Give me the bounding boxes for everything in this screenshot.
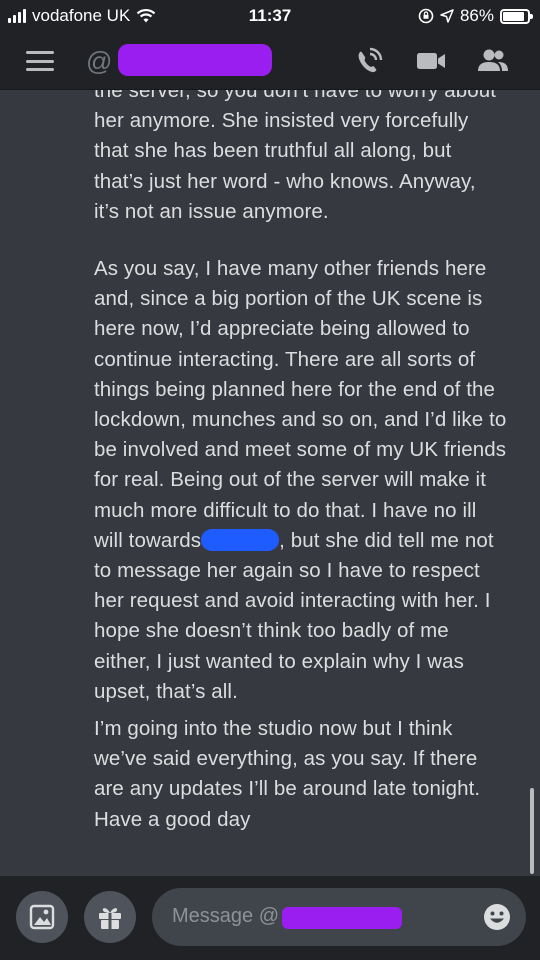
phone-call-icon[interactable] <box>352 46 386 76</box>
message-paragraph-1: the server, so you don’t have to worry a… <box>94 90 524 227</box>
message-line: hope she doesn’t think too badly of me <box>94 619 449 643</box>
status-bar: vodafone UK 11:37 86% <box>0 0 540 32</box>
members-icon[interactable] <box>476 46 510 76</box>
redacted-name <box>201 528 280 551</box>
message-composer: Message @ <box>0 876 540 960</box>
message-paragraph-3: I’m going into the studio now but I thin… <box>94 714 524 835</box>
message-line: here now, I’d appreciate being allowed t… <box>94 317 470 341</box>
message-line: lockdown, munches and so on, and I’d lik… <box>94 408 507 432</box>
message-fragment: , but she did tell me not <box>279 528 494 552</box>
message-line: and, since a big portion of the UK scene… <box>94 287 483 311</box>
message-line: much more difficult to do that. I have n… <box>94 498 477 522</box>
message-placeholder: Message @ <box>172 905 280 927</box>
message-line: to message her again so I have to respec… <box>94 559 480 583</box>
message-paragraph-2: As you say, I have many other friends he… <box>94 254 524 707</box>
message-fragment: will towards <box>94 528 202 552</box>
orientation-lock-icon <box>418 8 434 24</box>
message-line: As you say, I have many other friends he… <box>94 257 487 280</box>
emoji-icon[interactable] <box>482 902 512 932</box>
location-arrow-icon <box>440 9 454 23</box>
message-line: for real. Being out of the server will m… <box>94 468 486 492</box>
hamburger-menu-icon[interactable] <box>26 51 54 71</box>
message-input[interactable]: Message @ <box>152 888 526 946</box>
message-line: either, I just wanted to explain why I w… <box>94 649 464 673</box>
message-line: that she has been truthful all along, bu… <box>94 139 452 163</box>
message-line: be involved and meet some of my UK frien… <box>94 438 507 462</box>
message-line: continue interacting. There are all sort… <box>94 347 476 371</box>
channel-header: @ <box>0 32 540 90</box>
message-line-redacted: will towards , but she did tell me not <box>94 526 524 556</box>
redacted-username <box>118 44 272 76</box>
message-line: are any updates I’ll be around late toni… <box>94 777 481 801</box>
redacted-recipient <box>282 907 402 929</box>
image-icon <box>29 904 55 930</box>
message-line: we’ve said everything, as you say. If th… <box>94 747 478 771</box>
message-line: Have a good day <box>94 807 251 831</box>
battery-icon <box>500 8 533 24</box>
gift-icon <box>99 908 121 929</box>
message-line: it’s not an issue anymore. <box>94 199 329 223</box>
message-line: things being planned here for the end of… <box>94 377 496 401</box>
message-line: the server, so you don’t have to worry a… <box>94 90 497 102</box>
message-line: I’m going into the studio now but I thin… <box>94 717 453 740</box>
scrollbar[interactable] <box>530 788 534 874</box>
status-right: 86% <box>418 6 533 26</box>
battery-percentage: 86% <box>459 6 494 25</box>
message-line: that’s just her word - who knows. Anyway… <box>94 169 476 193</box>
message-line: her request and avoid interacting with h… <box>94 589 491 613</box>
message-list[interactable]: the server, so you don’t have to worry a… <box>0 90 540 876</box>
message-line: upset, that’s all. <box>94 679 238 703</box>
message-line: her anymore. She insisted very forcefull… <box>94 109 469 133</box>
video-camera-icon[interactable] <box>414 46 448 76</box>
gift-button[interactable] <box>84 891 136 943</box>
attach-image-button[interactable] <box>16 891 68 943</box>
at-symbol: @ <box>86 46 113 76</box>
